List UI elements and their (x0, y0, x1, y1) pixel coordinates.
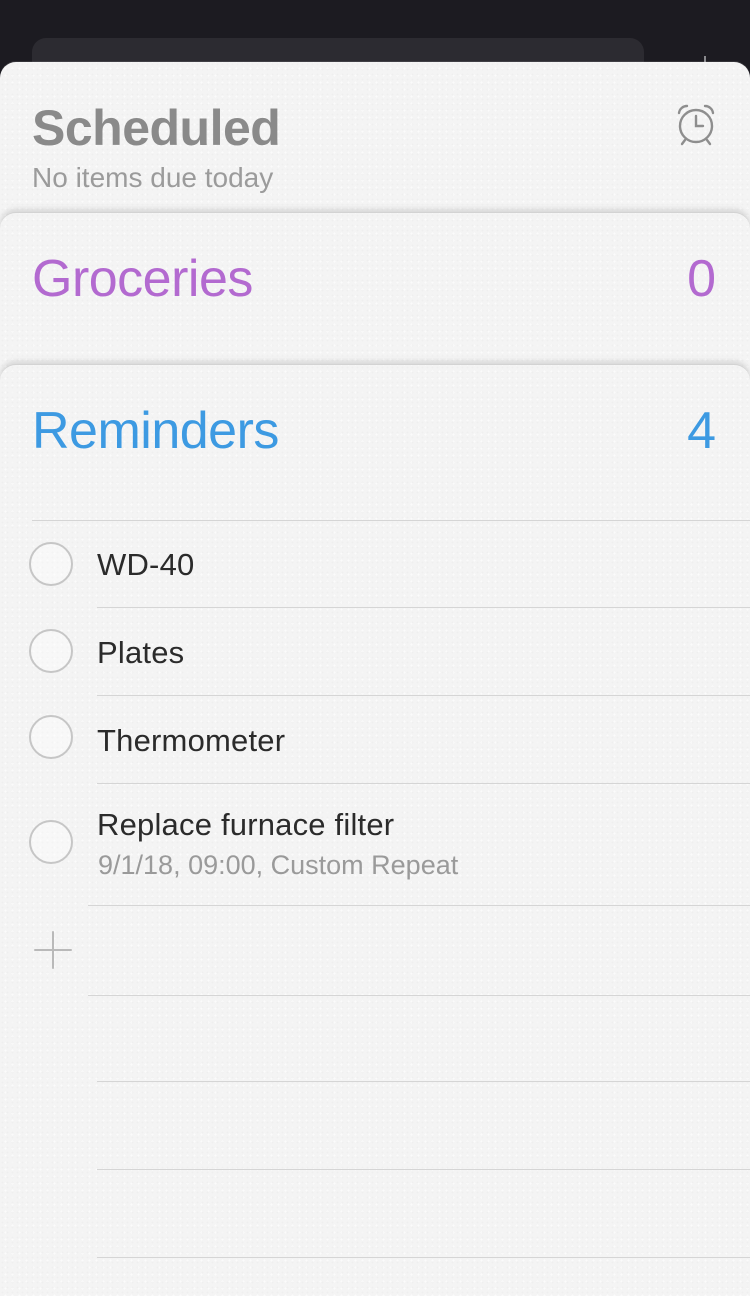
reminders-count: 4 (687, 402, 716, 460)
reminder-item[interactable]: Plates (0, 608, 750, 696)
list-divider (97, 1169, 750, 1170)
reminder-item[interactable]: Replace furnace filter 9/1/18, 09:00, Cu… (0, 784, 750, 904)
reminder-title: WD-40 (97, 547, 195, 582)
reminder-item[interactable]: Thermometer (0, 696, 750, 784)
completion-checkbox[interactable] (29, 715, 73, 759)
reminders-card[interactable]: Reminders 4 WD-40 Plates Thermometer Rep… (0, 364, 750, 1296)
completion-checkbox[interactable] (29, 629, 73, 673)
reminder-title: Thermometer (97, 723, 286, 758)
scheduled-subtitle: No items due today (32, 162, 274, 193)
list-divider (88, 995, 750, 996)
list-divider (88, 905, 750, 906)
reminder-title: Plates (97, 635, 185, 670)
list-divider (97, 1257, 750, 1258)
scheduled-title: Scheduled (32, 100, 281, 156)
alarm-clock-icon[interactable] (674, 102, 718, 146)
reminder-title: Replace furnace filter (97, 807, 395, 842)
list-divider (97, 1081, 750, 1082)
reminder-due-detail: 9/1/18, 09:00, Custom Repeat (98, 850, 459, 880)
plus-icon[interactable] (33, 930, 73, 970)
completion-checkbox[interactable] (29, 820, 73, 864)
reminders-title: Reminders (32, 402, 279, 460)
groceries-title: Groceries (32, 250, 253, 308)
app-screen: Scheduled No items due today Groceries 0… (0, 0, 750, 1296)
groceries-count: 0 (687, 250, 716, 308)
reminder-item[interactable]: WD-40 (0, 520, 750, 608)
completion-checkbox[interactable] (29, 542, 73, 586)
